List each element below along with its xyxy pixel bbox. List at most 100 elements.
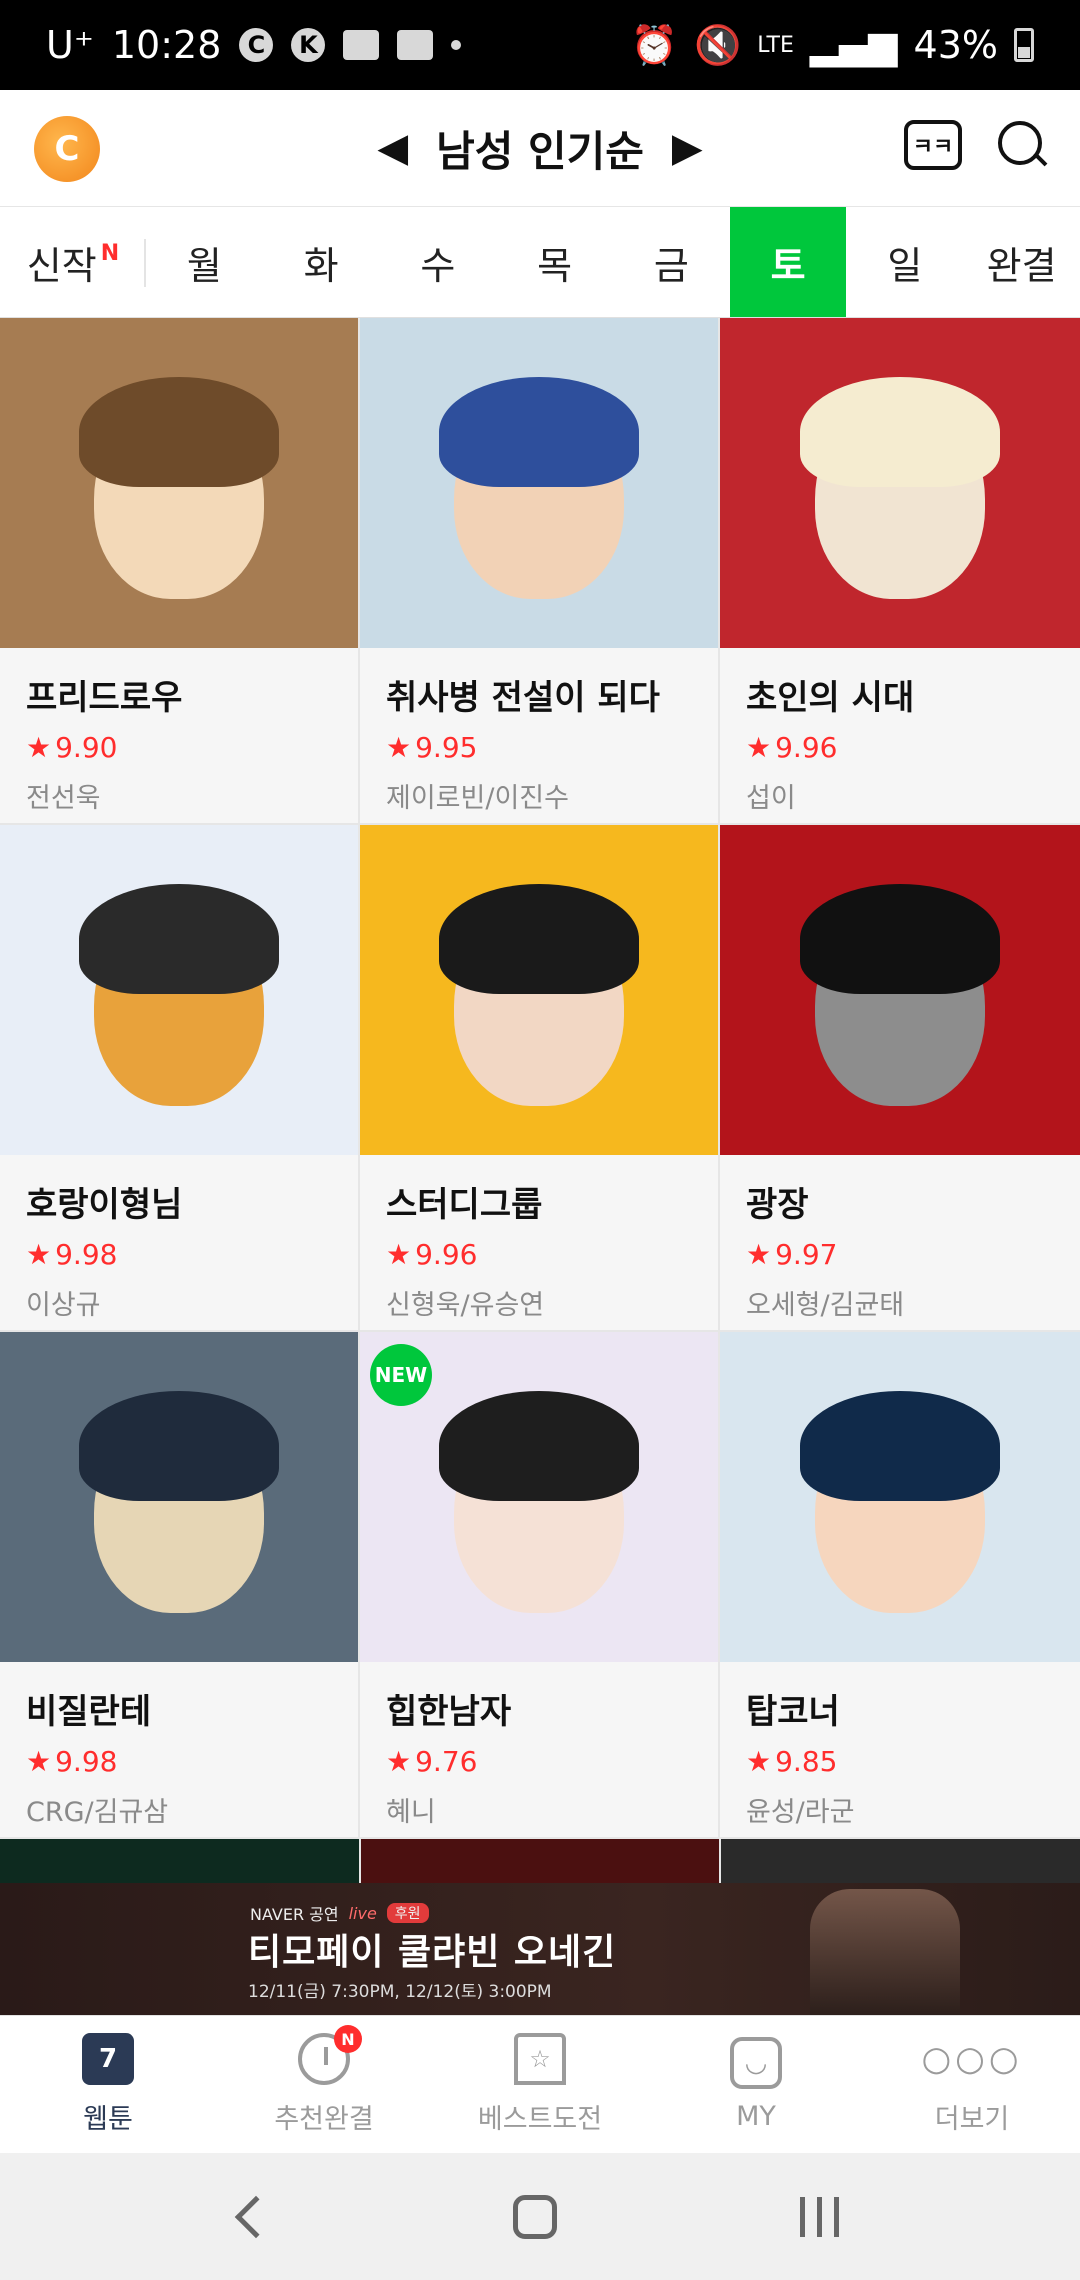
comic-card[interactable]: 탑코너 ★ 9.85 윤성/라군 bbox=[720, 1332, 1080, 1839]
comic-rating: ★ 9.95 bbox=[386, 731, 692, 764]
nav-more[interactable]: ○○○ 더보기 bbox=[864, 2016, 1080, 2153]
comic-thumbnail-partial[interactable] bbox=[360, 1839, 722, 1883]
banner-sponsor: 후원 bbox=[386, 1903, 429, 1923]
triangle-right-icon[interactable]: ▶ bbox=[672, 125, 703, 171]
comic-thumbnail bbox=[0, 825, 358, 1155]
nav-recommended-label: 추천완결 bbox=[274, 2104, 374, 2135]
more-notifications-icon bbox=[451, 40, 462, 50]
ad-banner[interactable]: NAVER 공연 live 후원 티모페이 쿨랴빈 오네긴 12/11(금) 7… bbox=[0, 1883, 1080, 2015]
star-icon: ★ bbox=[746, 1238, 772, 1271]
recent-apps-icon[interactable] bbox=[799, 2196, 839, 2237]
comic-thumbnail-partial[interactable] bbox=[0, 1839, 361, 1883]
clock-time: 10:28 bbox=[111, 23, 222, 67]
comic-author: 섭이 bbox=[746, 783, 796, 814]
search-icon[interactable] bbox=[998, 121, 1046, 169]
comic-title: 프리드로우 bbox=[26, 678, 183, 718]
comic-rating-value: 9.96 bbox=[775, 731, 838, 764]
comic-card[interactable]: NEW 힙한남자 ★ 9.76 혜니 bbox=[360, 1332, 720, 1839]
comic-card[interactable]: 호랑이형님 ★ 9.98 이상규 bbox=[0, 825, 360, 1332]
comic-rating-value: 9.90 bbox=[55, 731, 118, 764]
next-row-preview bbox=[0, 1839, 1080, 1883]
comic-thumbnail-partial[interactable] bbox=[721, 1839, 1080, 1883]
triangle-left-icon[interactable]: ◀ bbox=[377, 125, 408, 171]
comic-rating-value: 9.95 bbox=[415, 731, 478, 764]
comic-card[interactable]: 스터디그룹 ★ 9.96 신형욱/유승연 bbox=[360, 825, 720, 1332]
battery-icon bbox=[1014, 28, 1034, 62]
comic-thumbnail bbox=[360, 825, 718, 1155]
comic-card[interactable]: 프리드로우 ★ 9.90 전선욱 bbox=[0, 318, 360, 825]
comic-thumbnail bbox=[360, 318, 718, 648]
comment-icon[interactable]: ㅋㅋ bbox=[904, 120, 962, 170]
comic-thumbnail bbox=[0, 318, 358, 648]
nav-webtoon-label: 웹툰 bbox=[83, 2104, 133, 2135]
alarm-icon: ⏰ bbox=[630, 22, 678, 67]
comic-rating: ★ 9.96 bbox=[386, 1238, 692, 1271]
comic-info: 호랑이형님 ★ 9.98 이상규 bbox=[0, 1155, 358, 1322]
nav-best-challenge[interactable]: ☆ 베스트도전 bbox=[432, 2016, 648, 2153]
nav-my[interactable]: ◡ MY bbox=[648, 2016, 864, 2153]
character-hair bbox=[439, 884, 639, 995]
comic-card[interactable]: 취사병 전설이 되다 ★ 9.95 제이로빈/이진수 bbox=[360, 318, 720, 825]
app-header: C ◀ 남성 인기순 ▶ ㅋㅋ bbox=[0, 90, 1080, 206]
bookmark-star-glyph: ☆ bbox=[529, 2045, 551, 2073]
mute-icon: 🔇 bbox=[693, 22, 742, 67]
new-badge: NEW bbox=[370, 1344, 432, 1406]
comic-card[interactable]: 비질란테 ★ 9.98 CRG/김규삼 bbox=[0, 1332, 360, 1839]
comic-title: 비질란테 bbox=[26, 1692, 152, 1732]
sort-selector: ◀ 남성 인기순 ▶ bbox=[377, 118, 702, 179]
tab-new[interactable]: 신작 N bbox=[0, 207, 146, 317]
comic-author: 오세형/김균태 bbox=[746, 1290, 905, 1321]
banner-brand: NAVER 공연 bbox=[250, 1905, 339, 1924]
tab-thu[interactable]: 목 bbox=[496, 207, 613, 317]
tab-completed[interactable]: 완결 bbox=[963, 207, 1080, 317]
comic-author: 혜니 bbox=[386, 1797, 436, 1828]
comic-title: 취사병 전설이 되다 bbox=[386, 678, 660, 718]
card-notification-icon bbox=[343, 30, 380, 60]
comic-rating-value: 9.98 bbox=[55, 1745, 118, 1778]
comic-thumbnail bbox=[720, 825, 1080, 1155]
comic-rating: ★ 9.98 bbox=[26, 1745, 332, 1778]
tab-sat[interactable]: 토 bbox=[729, 207, 847, 317]
home-icon[interactable] bbox=[513, 2194, 558, 2239]
smile-glyph: ◡ bbox=[744, 2048, 768, 2078]
comic-thumbnail bbox=[720, 318, 1080, 648]
comic-title: 호랑이형님 bbox=[26, 1185, 183, 1225]
nav-webtoon[interactable]: 7 웹툰 bbox=[0, 2016, 216, 2153]
clock-icon: N bbox=[298, 2025, 362, 2085]
comic-info: 광장 ★ 9.97 오세형/김균태 bbox=[720, 1155, 1080, 1322]
tab-sun[interactable]: 일 bbox=[846, 207, 963, 317]
page-title[interactable]: 남성 인기순 bbox=[436, 118, 644, 179]
smile-icon: ◡ bbox=[730, 2037, 782, 2089]
comic-author: 전선욱 bbox=[26, 783, 101, 814]
comic-info: 비질란테 ★ 9.98 CRG/김규삼 bbox=[0, 1662, 358, 1829]
comic-title: 초인의 시대 bbox=[746, 678, 915, 718]
comic-rating: ★ 9.85 bbox=[746, 1745, 1054, 1778]
back-icon[interactable] bbox=[234, 2195, 278, 2238]
star-icon: ★ bbox=[746, 1745, 772, 1778]
tab-mon[interactable]: 월 bbox=[146, 207, 263, 317]
tab-wed[interactable]: 수 bbox=[379, 207, 496, 317]
calendar-day: 7 bbox=[98, 2044, 118, 2074]
character-hair bbox=[800, 1391, 1000, 1502]
comic-title: 스터디그룹 bbox=[386, 1185, 543, 1225]
comic-grid: 프리드로우 ★ 9.90 전선욱 취사병 전설이 되다 ★ 9.95 제이로빈/이진… bbox=[0, 318, 1080, 1839]
comic-card[interactable]: 광장 ★ 9.97 오세형/김균태 bbox=[720, 825, 1080, 1332]
comic-card[interactable]: 초인의 시대 ★ 9.96 섭이 bbox=[720, 318, 1080, 825]
comic-info: 탑코너 ★ 9.85 윤성/라군 bbox=[720, 1662, 1080, 1829]
app-notification-icon: C bbox=[239, 28, 274, 62]
cookie-logo-icon[interactable]: C bbox=[34, 116, 100, 182]
nav-best-challenge-label: 베스트도전 bbox=[477, 2104, 603, 2135]
star-icon: ★ bbox=[26, 731, 52, 764]
nav-recommended[interactable]: N 추천완결 bbox=[216, 2016, 432, 2153]
tab-tue[interactable]: 화 bbox=[263, 207, 380, 317]
comic-author: CRG/김규삼 bbox=[26, 1797, 169, 1828]
character-hair bbox=[79, 377, 279, 488]
battery-percent: 43% bbox=[913, 23, 998, 67]
tab-fri[interactable]: 금 bbox=[613, 207, 730, 317]
comic-rating: ★ 9.98 bbox=[26, 1238, 332, 1271]
comment-icon-text: ㅋㅋ bbox=[912, 135, 954, 160]
comic-title: 광장 bbox=[746, 1185, 809, 1225]
comic-info: 힙한남자 ★ 9.76 혜니 bbox=[360, 1662, 718, 1829]
more-glyph: ○○○ bbox=[921, 2039, 1023, 2079]
banner-tagline: NAVER 공연 live 후원 bbox=[250, 1901, 429, 1925]
